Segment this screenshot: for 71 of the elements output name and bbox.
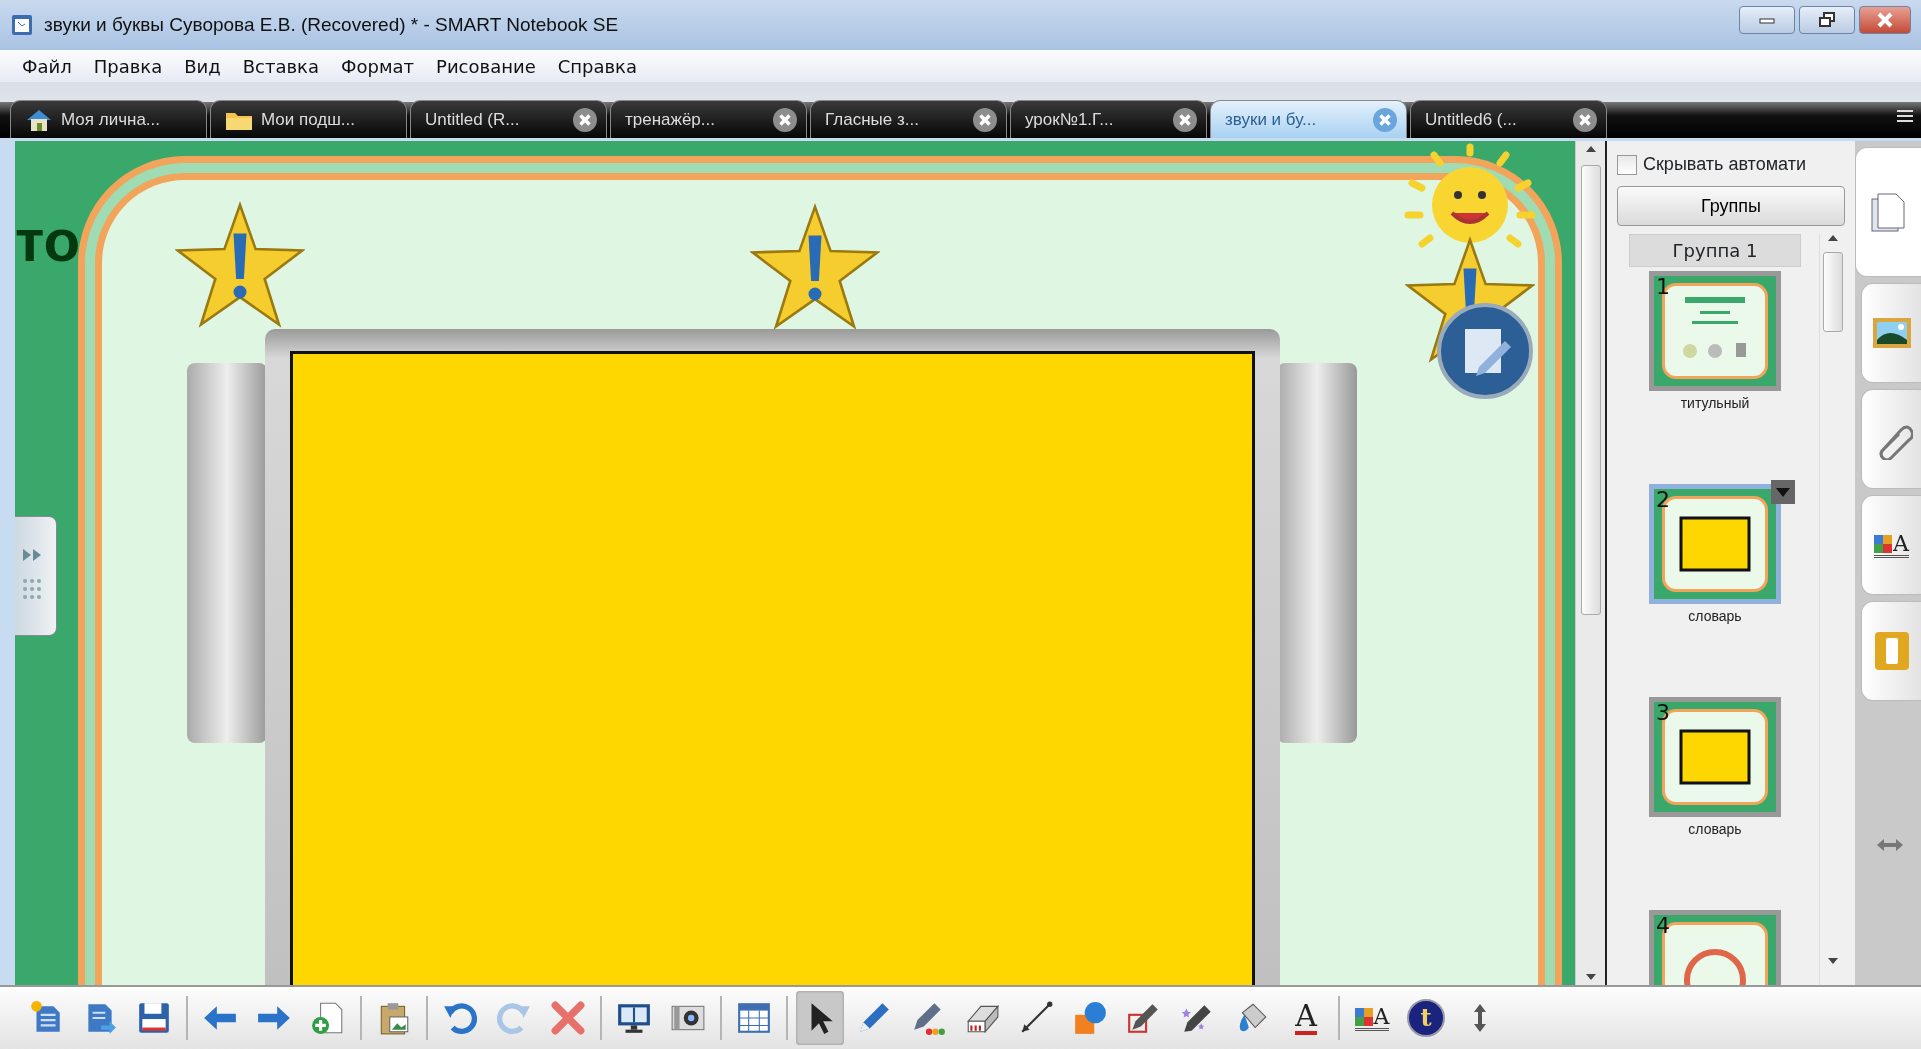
checkbox[interactable] xyxy=(1617,154,1637,175)
menu-item[interactable]: Справка xyxy=(549,52,646,80)
menu-item[interactable]: Правка xyxy=(85,52,171,80)
scroll-down-icon xyxy=(1584,973,1597,981)
close-icon xyxy=(972,106,998,133)
close-button[interactable] xyxy=(1859,6,1911,34)
tool-button[interactable]: A xyxy=(1282,991,1330,1045)
document-tab[interactable]: звуки и бу... xyxy=(1210,100,1407,138)
menu-item[interactable]: Файл xyxy=(14,52,80,80)
restore-button[interactable] xyxy=(1799,6,1855,34)
page-number: 2 xyxy=(1656,489,1670,511)
table-icon xyxy=(736,1000,772,1036)
close-icon xyxy=(1172,106,1198,133)
edit-page-icon xyxy=(1435,301,1535,401)
notebook-icon xyxy=(10,13,34,37)
close-icon xyxy=(772,106,798,133)
document-tab[interactable]: урок№1.Г... xyxy=(1010,100,1207,138)
document-tab[interactable]: Мои подш... xyxy=(210,100,407,138)
tool-button[interactable]: A xyxy=(1348,991,1396,1045)
sidebar-tab[interactable]: A xyxy=(1861,495,1921,595)
shapes-icon xyxy=(1072,1000,1108,1036)
page-number: 3 xyxy=(1656,702,1670,724)
menu-item[interactable]: Вставка xyxy=(234,52,328,80)
menu-item[interactable]: Рисование xyxy=(428,52,544,80)
window-title: звуки и буквы Суворова Е.В. (Recovered) * - SMART Notebook SE xyxy=(44,12,619,37)
scroll-up-icon xyxy=(1584,145,1597,153)
color-squares-icon xyxy=(1354,1007,1373,1026)
up-down-arrow-icon xyxy=(1472,1003,1488,1033)
page-heading: то xyxy=(15,211,81,271)
document-tab[interactable]: Гласные з... xyxy=(810,100,1007,138)
document-tab[interactable]: Моя лична... xyxy=(10,100,207,138)
menu-item[interactable]: Формат xyxy=(333,52,423,80)
document-tab[interactable]: Untitled (R... xyxy=(410,100,607,138)
page-name: словарь xyxy=(1688,607,1742,626)
board-screen-drawing xyxy=(1679,516,1751,572)
redo-icon xyxy=(496,1000,532,1036)
dropdown-icon xyxy=(1770,479,1796,505)
close-icon xyxy=(1372,106,1398,133)
page-thumbnail[interactable]: 3 xyxy=(1649,697,1781,817)
double-arrow-icon xyxy=(1875,837,1905,853)
document-tab[interactable]: Untitled6 (... xyxy=(1410,100,1607,138)
page-thumbnail[interactable]: 1 xyxy=(1649,271,1781,391)
undo-icon xyxy=(442,1000,478,1036)
page-name: титульный xyxy=(1680,394,1750,413)
tool-button[interactable]: t xyxy=(1402,991,1450,1045)
page-thumbnail[interactable]: 4 xyxy=(1649,910,1781,985)
checkbox-label: Скрывать автомати xyxy=(1643,153,1806,176)
color-squares-icon xyxy=(1874,534,1893,553)
letter-t-circle-icon: t xyxy=(1407,999,1445,1037)
close-icon xyxy=(1876,12,1894,28)
side-handle[interactable] xyxy=(15,516,57,636)
close-icon xyxy=(1572,106,1598,133)
scroll-up-icon xyxy=(1826,234,1839,242)
scroll-down-icon xyxy=(1826,957,1839,965)
page-number: 1 xyxy=(1656,276,1670,298)
restore-icon xyxy=(1817,11,1837,29)
house-icon xyxy=(25,107,53,132)
page-number: 4 xyxy=(1656,915,1670,937)
group-title: Группа 1 xyxy=(1629,234,1801,267)
board-screen-drawing xyxy=(1679,729,1751,785)
sidebar-tab[interactable] xyxy=(1861,283,1921,383)
close-icon xyxy=(572,106,598,133)
sidebar-tab[interactable] xyxy=(1861,389,1921,489)
tool-button[interactable] xyxy=(796,991,844,1045)
scrollbar-thumb[interactable] xyxy=(1580,165,1601,615)
page-name: словарь xyxy=(1688,820,1742,839)
document-tab[interactable]: тренажёр... xyxy=(610,100,807,138)
delete-icon xyxy=(550,1000,586,1036)
scrollbar-thumb[interactable] xyxy=(1822,252,1843,332)
menu-item[interactable]: Вид xyxy=(176,52,229,80)
groups-button[interactable]: Группы xyxy=(1617,186,1845,226)
